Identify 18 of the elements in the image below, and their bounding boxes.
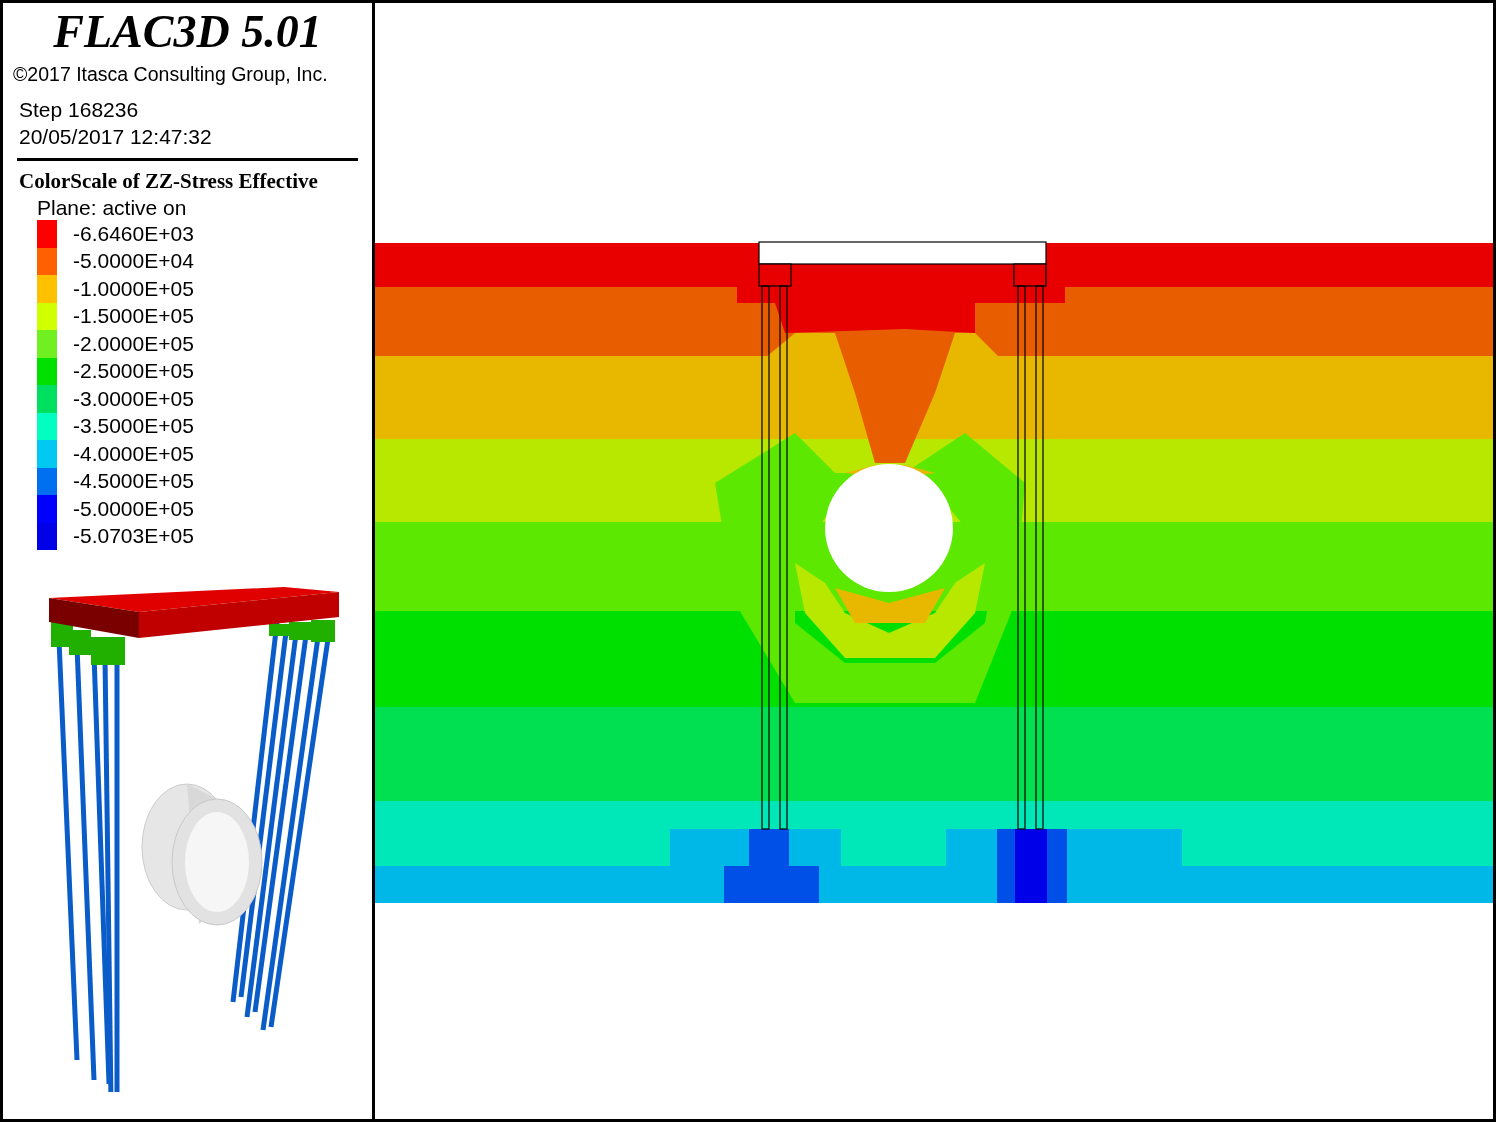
- legend-value: -6.6460E+03: [73, 221, 194, 246]
- copyright-text: ©2017 Itasca Consulting Group, Inc.: [12, 63, 329, 86]
- legend-value: -4.5000E+05: [73, 469, 194, 494]
- legend-value: -2.0000E+05: [73, 331, 194, 356]
- legend-value: -5.0000E+04: [73, 249, 194, 274]
- legend-value: -1.5000E+05: [73, 304, 194, 329]
- legend-value: -1.0000E+05: [73, 276, 194, 301]
- step-text: Step 168236: [19, 97, 140, 123]
- legend-value: -3.0000E+05: [73, 386, 194, 411]
- app-title: FLAC3D 5.01: [52, 5, 323, 59]
- legend-title: ColorScale of ZZ-Stress Effective: [18, 169, 319, 194]
- legend-value: -5.0000E+05: [73, 496, 194, 521]
- legend-subtitle: Plane: active on: [36, 196, 188, 220]
- legend-value: -3.5000E+05: [73, 414, 194, 439]
- legend-value: -5.0703E+05: [73, 524, 194, 549]
- legend-value: -4.0000E+05: [73, 441, 194, 466]
- timestamp-text: 20/05/2017 12:47:32: [19, 124, 213, 150]
- legend-value: -2.5000E+05: [73, 359, 194, 384]
